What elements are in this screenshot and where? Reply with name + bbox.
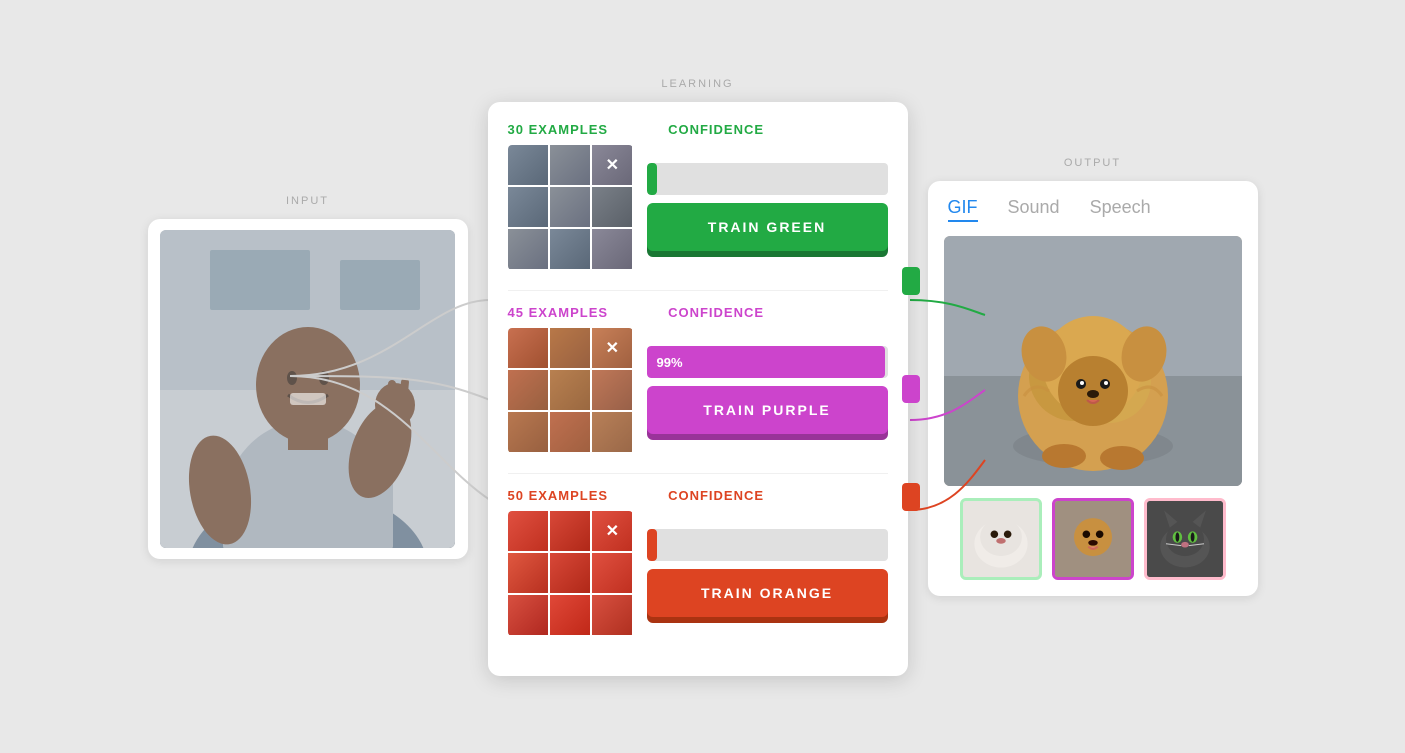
orange-indicator — [902, 483, 920, 511]
learning-card: 30 EXAMPLES CONFIDENCE ✕ — [488, 102, 908, 676]
thumb-cell — [550, 187, 590, 227]
thumb-cell — [550, 511, 590, 551]
output-gif-display — [944, 236, 1242, 486]
thumb-img-white-dog — [963, 501, 1039, 577]
thumb-cell — [550, 328, 590, 368]
purple-confidence-label: CONFIDENCE — [668, 305, 764, 320]
thumb-cell: ✕ — [592, 145, 632, 185]
green-class-content: ✕ TRAIN GREEN — [508, 145, 888, 270]
orange-class-row: 50 EXAMPLES CONFIDENCE ✕ — [508, 488, 888, 636]
train-orange-button[interactable]: TRAIN ORANGE — [647, 569, 888, 617]
thumb-cell — [550, 553, 590, 593]
green-class-header: 30 EXAMPLES CONFIDENCE — [508, 122, 888, 137]
thumb-cell — [550, 145, 590, 185]
thumb-cell — [550, 595, 590, 635]
output-thumbnails — [944, 498, 1242, 580]
thumb-cell — [592, 187, 632, 227]
train-green-button[interactable]: TRAIN GREEN — [647, 203, 888, 251]
purple-confidence-fill: 99% — [647, 346, 886, 378]
thumb-cell — [550, 370, 590, 410]
purple-examples-count: 45 EXAMPLES — [508, 305, 609, 320]
thumb-cell — [592, 412, 632, 452]
thumb-img-brown-dog — [1055, 501, 1131, 577]
learning-indicators — [902, 267, 920, 511]
white-dog-svg — [963, 501, 1039, 577]
thumb-cell: ✕ — [592, 511, 632, 551]
purple-controls: 99% TRAIN PURPLE — [647, 346, 888, 434]
brown-dog-svg — [1055, 501, 1131, 577]
purple-class-content: ✕ 99% TRAIN PURPLE — [508, 328, 888, 453]
thumb-cell — [508, 187, 548, 227]
thumb-cell — [508, 229, 548, 269]
green-confidence-fill — [647, 163, 657, 195]
thumb-cell — [550, 412, 590, 452]
green-controls: TRAIN GREEN — [647, 163, 888, 251]
green-indicator — [902, 267, 920, 295]
output-tabs: GIF Sound Speech — [944, 197, 1242, 222]
thumb-cell — [508, 370, 548, 410]
output-label: OUTPUT — [1064, 157, 1121, 169]
output-card: GIF Sound Speech — [928, 181, 1258, 596]
purple-thumb-grid: ✕ — [508, 328, 633, 453]
tab-gif[interactable]: GIF — [948, 197, 978, 222]
purple-class-row: 45 EXAMPLES CONFIDENCE ✕ — [508, 305, 888, 453]
output-section: OUTPUT GIF Sound Speech — [928, 157, 1258, 596]
thumb-cell — [508, 511, 548, 551]
thumb-cell: ✕ — [592, 328, 632, 368]
green-thumb-grid: ✕ — [508, 145, 633, 270]
thumb-cell — [550, 229, 590, 269]
train-purple-button[interactable]: TRAIN PURPLE — [647, 386, 888, 434]
output-thumb-3[interactable] — [1144, 498, 1226, 580]
dog-svg — [944, 236, 1242, 486]
tab-speech[interactable]: Speech — [1090, 197, 1151, 222]
thumb-cell — [508, 553, 548, 593]
thumb-cell — [592, 229, 632, 269]
orange-class-header: 50 EXAMPLES CONFIDENCE — [508, 488, 888, 503]
input-card — [148, 219, 468, 559]
orange-confidence-bar — [647, 529, 888, 561]
purple-confidence-bar: 99% — [647, 346, 888, 378]
output-thumb-1[interactable] — [960, 498, 1042, 580]
thumb-cell — [592, 595, 632, 635]
orange-examples-count: 50 EXAMPLES — [508, 488, 609, 503]
thumb-cell — [508, 595, 548, 635]
divider-2 — [508, 473, 888, 474]
cat-svg — [1147, 501, 1223, 577]
purple-indicator — [902, 375, 920, 403]
thumb-cell — [508, 328, 548, 368]
thumb-img-cat — [1147, 501, 1223, 577]
person-svg — [160, 230, 455, 548]
thumb-cell — [508, 412, 548, 452]
purple-class-header: 45 EXAMPLES CONFIDENCE — [508, 305, 888, 320]
learning-section: LEARNING 30 EXAMPLES CONFIDENCE ✕ — [488, 78, 908, 676]
input-image — [160, 230, 455, 548]
input-section: INPUT — [148, 195, 468, 559]
green-class-row: 30 EXAMPLES CONFIDENCE ✕ — [508, 122, 888, 270]
orange-thumb-grid: ✕ — [508, 511, 633, 636]
divider-1 — [508, 290, 888, 291]
learning-label: LEARNING — [661, 78, 733, 90]
tab-sound[interactable]: Sound — [1008, 197, 1060, 222]
green-examples-count: 30 EXAMPLES — [508, 122, 609, 137]
green-confidence-bar — [647, 163, 888, 195]
thumb-cell — [592, 370, 632, 410]
app-layout: INPUT — [0, 0, 1405, 753]
thumb-cell — [508, 145, 548, 185]
output-thumb-2[interactable] — [1052, 498, 1134, 580]
green-confidence-label: CONFIDENCE — [668, 122, 764, 137]
thumb-cell — [592, 553, 632, 593]
orange-confidence-fill — [647, 529, 657, 561]
orange-confidence-label: CONFIDENCE — [668, 488, 764, 503]
input-label: INPUT — [286, 195, 329, 207]
orange-class-content: ✕ TRAIN ORANGE — [508, 511, 888, 636]
orange-controls: TRAIN ORANGE — [647, 529, 888, 617]
